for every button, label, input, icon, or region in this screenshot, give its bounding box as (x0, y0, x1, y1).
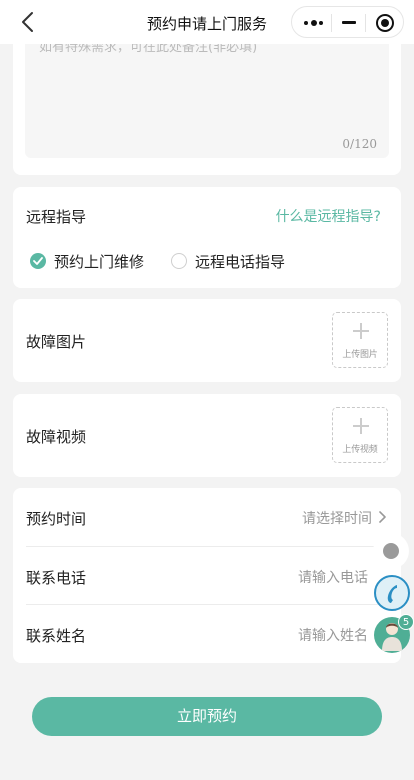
chevron-left-icon (22, 12, 33, 32)
notification-badge: 5 (398, 614, 414, 630)
mini-program-capsule (291, 6, 404, 38)
radio-label: 预约上门维修 (54, 252, 145, 271)
upload-video-button[interactable]: 上传视频 (332, 407, 388, 463)
contact-name-row: 联系姓名 请输入姓名 (26, 605, 388, 663)
notes-char-count: 0/120 (342, 137, 377, 151)
contact-phone-row: 联系电话 请输入电话 (26, 547, 388, 605)
floating-assist-button[interactable] (373, 533, 409, 569)
minimize-icon[interactable] (342, 21, 356, 24)
remote-guidance-card: 远程指导 什么是远程指导? 预约上门维修 远程电话指导 (13, 187, 401, 288)
upload-photo-text: 上传图片 (342, 350, 378, 360)
radio-phone-guidance[interactable]: 远程电话指导 (171, 250, 285, 272)
radio-checked-icon (30, 253, 46, 269)
fault-video-label: 故障视频 (26, 428, 87, 446)
contact-form-card: 预约时间 请选择时间 联系电话 请输入电话 联系姓名 请输入姓名 (13, 488, 401, 663)
close-circle-icon[interactable] (376, 14, 394, 32)
plus-icon (353, 418, 369, 434)
fault-video-card: 故障视频 上传视频 (13, 394, 401, 477)
upload-photo-button[interactable]: 上传图片 (332, 312, 388, 368)
appointment-time-picker[interactable]: 请选择时间 (302, 508, 372, 528)
chevron-right-icon (379, 511, 386, 523)
phone-icon (387, 585, 397, 603)
appointment-time-row[interactable]: 预约时间 请选择时间 (26, 488, 388, 546)
floating-phone-button[interactable] (374, 575, 410, 611)
submit-appointment-button[interactable]: 立即预约 (32, 697, 382, 736)
capsule-divider (365, 14, 366, 32)
contact-phone-label: 联系电话 (26, 569, 87, 587)
capsule-divider (331, 14, 332, 32)
contact-name-label: 联系姓名 (26, 627, 87, 645)
fault-photo-label: 故障图片 (26, 333, 87, 351)
more-dots-icon[interactable] (304, 20, 324, 27)
radio-onsite-repair[interactable]: 预约上门维修 (30, 250, 144, 272)
remote-guidance-title: 远程指导 (26, 208, 87, 226)
contact-phone-input[interactable]: 请输入电话 (298, 567, 388, 587)
navigation-bar: 预约申请上门服务 (0, 0, 414, 44)
what-is-remote-link[interactable]: 什么是远程指导? (276, 206, 381, 226)
fault-photo-card: 故障图片 上传图片 (13, 299, 401, 382)
appointment-time-label: 预约时间 (26, 510, 87, 528)
upload-video-text: 上传视频 (342, 445, 378, 455)
radio-unchecked-icon (171, 253, 187, 269)
radio-label: 远程电话指导 (195, 252, 286, 271)
plus-icon (353, 323, 369, 339)
back-button[interactable] (18, 10, 40, 34)
